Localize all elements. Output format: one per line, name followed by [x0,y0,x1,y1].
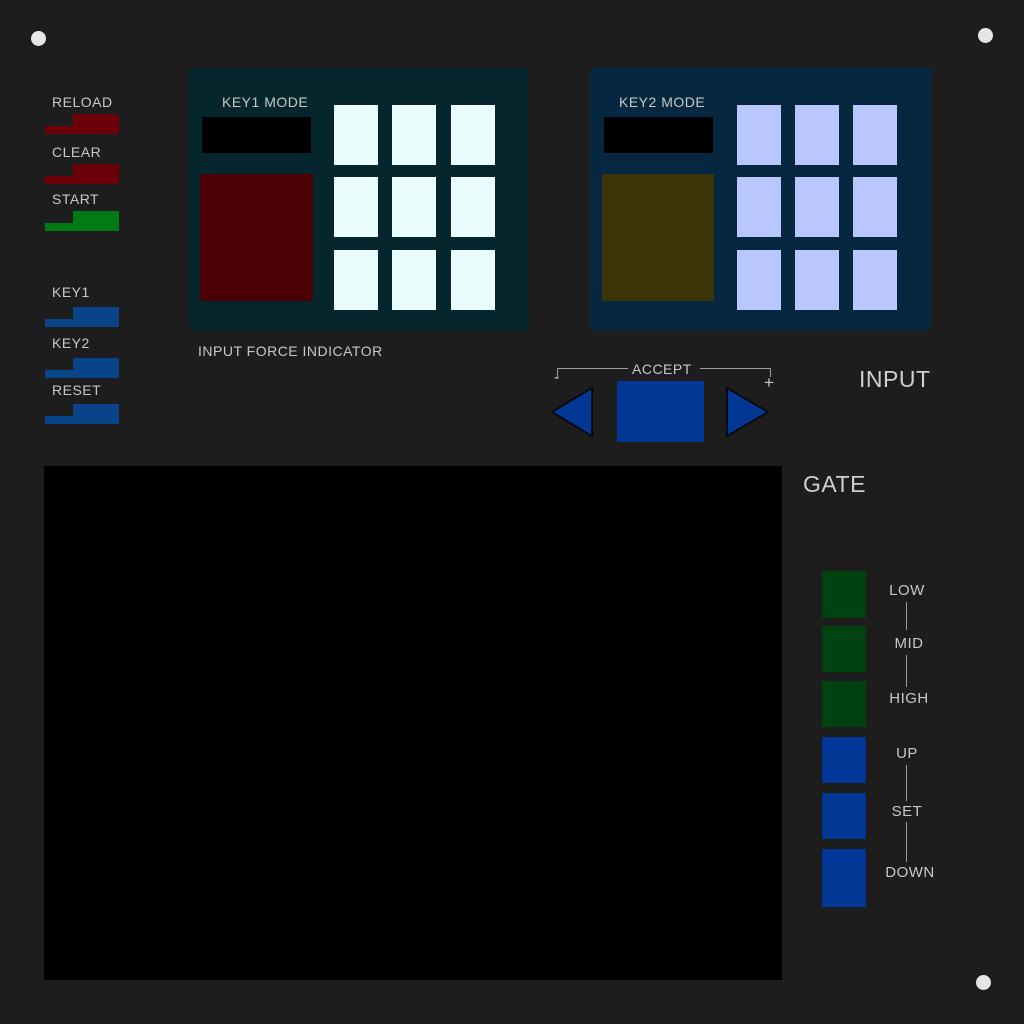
key1-label: KEY1 [52,284,90,300]
gate-up-button[interactable] [822,737,866,783]
accept-bracket-left [557,368,628,377]
gate-mid-button[interactable] [822,626,866,672]
gate-low-button[interactable] [822,571,866,618]
gate-up-label: UP [896,745,918,762]
key2-button[interactable] [45,358,119,378]
key1-pad-9[interactable] [451,250,495,310]
start-button[interactable] [45,211,119,231]
key1-pad-5[interactable] [392,177,436,237]
clear-label: CLEAR [52,144,102,160]
key1-button[interactable] [45,307,119,327]
mid-high-connector [906,655,907,687]
gate-mid-label: MID [894,635,924,652]
key2-pad-7[interactable] [737,250,781,310]
screw-top-right [978,28,993,43]
key1-pad-1[interactable] [334,105,378,165]
key1-force-indicator [200,174,313,301]
decrease-arrow-icon[interactable] [551,387,593,437]
key2-pad-3[interactable] [853,105,897,165]
accept-bracket-right [700,368,771,377]
gate-set-button[interactable] [822,793,866,839]
gate-low-label: LOW [889,582,925,599]
gate-down-label: DOWN [885,864,935,881]
reset-button[interactable] [45,404,119,424]
accept-button[interactable] [617,381,704,442]
gate-set-label: SET [891,803,923,820]
key2-label: KEY2 [52,335,90,351]
key2-pad-4[interactable] [737,177,781,237]
gate-down-button[interactable] [822,849,866,907]
reset-label: RESET [52,382,102,398]
reload-label: RELOAD [52,94,113,110]
key1-pad-6[interactable] [451,177,495,237]
reload-button[interactable] [45,114,119,134]
key2-pad-5[interactable] [795,177,839,237]
input-force-indicator-label: INPUT FORCE INDICATOR [198,343,383,359]
key2-mode-panel: KEY2 MODE [590,68,931,330]
key2-mode-title: KEY2 MODE [619,94,706,110]
start-label: START [52,191,100,207]
key2-pad-2[interactable] [795,105,839,165]
key1-mode-title: KEY1 MODE [222,94,309,110]
input-section-label: INPUT [859,366,931,392]
up-set-connector [906,765,907,801]
key1-pad-7[interactable] [334,250,378,310]
clear-button[interactable] [45,164,119,184]
key2-pad-9[interactable] [853,250,897,310]
screw-bottom-right [976,975,991,990]
accept-label: ACCEPT [632,361,692,377]
key2-pad-6[interactable] [853,177,897,237]
key1-mode-display [202,117,311,153]
key1-pad-4[interactable] [334,177,378,237]
gate-section-label: GATE [803,471,866,497]
key1-pad-2[interactable] [392,105,436,165]
key2-force-indicator [602,174,714,301]
key2-pad-1[interactable] [737,105,781,165]
screw-top-left [31,31,46,46]
key1-pad-8[interactable] [392,250,436,310]
gate-high-label: HIGH [889,690,929,707]
key2-mode-display [604,117,713,153]
increase-arrow-icon[interactable] [726,387,769,437]
key1-pad-3[interactable] [451,105,495,165]
low-mid-connector [906,602,907,630]
main-screen [44,466,782,980]
set-down-connector [906,822,907,862]
minus-label: - [554,369,560,386]
key1-mode-panel: KEY1 MODE [189,68,529,330]
key2-pad-8[interactable] [795,250,839,310]
gate-high-button[interactable] [822,681,866,727]
